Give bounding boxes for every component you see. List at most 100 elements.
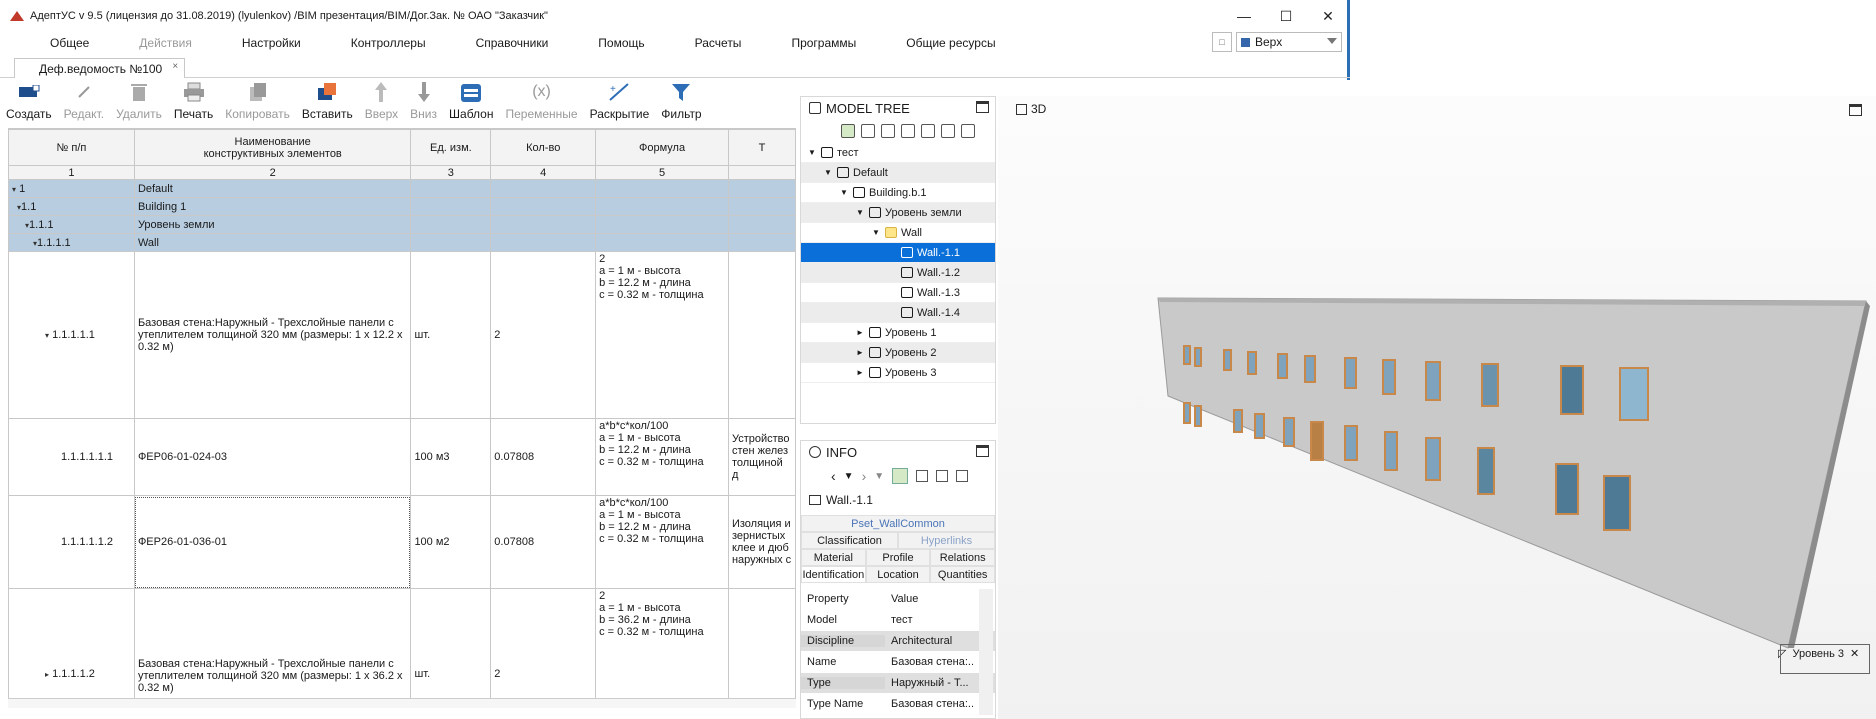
view-dropdown[interactable]: Верх	[1236, 32, 1342, 52]
minimize-button[interactable]: —	[1232, 4, 1256, 28]
property-row[interactable]: Model тест	[801, 610, 995, 631]
tree-node[interactable]: ▼ Default	[801, 163, 995, 183]
tree-node[interactable]: Wall.-1.2	[801, 263, 995, 283]
header-formula[interactable]: Формула	[595, 129, 729, 166]
tab-relations[interactable]: Relations	[930, 549, 996, 566]
maximize-button[interactable]: ☐	[1274, 4, 1298, 28]
tree-node[interactable]: Wall.-1.1	[801, 243, 995, 263]
header-extra[interactable]: Т	[727, 129, 796, 166]
tab-profile[interactable]: Profile	[865, 549, 931, 566]
tree-node[interactable]: ▼ Building.b.1	[801, 183, 995, 203]
create-button[interactable]: Создать	[6, 80, 52, 124]
expand-toggle-icon[interactable]: ►	[855, 348, 865, 357]
expand-toggle-icon[interactable]: ▼	[823, 168, 833, 177]
header-number[interactable]: № п/п	[8, 129, 135, 166]
property-row[interactable]: Type Наружный - Т...	[801, 673, 995, 694]
tab-close-icon[interactable]: ×	[172, 61, 178, 72]
table-group-row[interactable]: ▾1.1.1.1 Wall	[8, 233, 796, 252]
expand-toggle-icon[interactable]: ▼	[839, 188, 849, 197]
tree-node[interactable]: ▼ Wall	[801, 223, 995, 243]
print-button[interactable]: Печать	[174, 80, 213, 124]
move-down-button[interactable]: Вниз	[410, 80, 437, 124]
table-group-row[interactable]: ▾1.1.1 Уровень земли	[8, 215, 796, 234]
property-row[interactable]: Name Базовая стена:...	[801, 652, 995, 673]
tree-spatial-icon[interactable]	[861, 124, 875, 138]
tree-clipboard-icon[interactable]	[961, 124, 975, 138]
tree-node[interactable]: ► Уровень 1	[801, 323, 995, 343]
header-unit[interactable]: Ед. изм.	[410, 129, 492, 166]
expand-toggle-icon[interactable]: ►	[855, 328, 865, 337]
tab-material[interactable]: Material	[801, 549, 866, 566]
tab-quantities[interactable]: Quantities	[930, 566, 996, 583]
filter-button[interactable]: Фильтр	[661, 80, 702, 124]
tab-identification[interactable]: Identification	[801, 566, 866, 583]
maximize-panel-icon[interactable]	[976, 445, 989, 457]
expand-toggle-icon[interactable]: ▼	[807, 148, 817, 157]
highlight-icon[interactable]	[892, 468, 909, 484]
menu-general[interactable]: Общее	[50, 36, 89, 50]
caret-down-icon[interactable]: ▾	[12, 185, 16, 194]
expand-toggle-icon[interactable]: ▼	[871, 228, 881, 237]
tree-node[interactable]: Wall.-1.4	[801, 303, 995, 323]
header-quantity[interactable]: Кол-во	[490, 129, 597, 166]
table-row[interactable]: ▾ 1.1.1.1.1 Базовая стена:Наружный - Тре…	[8, 251, 796, 419]
tree-node[interactable]: ▼ тест	[801, 143, 995, 163]
caret-down-icon[interactable]: ▾	[45, 331, 49, 340]
tree-layers-icon[interactable]	[881, 124, 895, 138]
menu-actions[interactable]: Действия	[139, 36, 192, 50]
history-dropdown-icon[interactable]: ▼	[844, 471, 854, 482]
building-model[interactable]	[998, 96, 1876, 719]
table-row[interactable]: 1.1.1.1.1.1 ФЕР06-01-024-03 100 м3 0.078…	[8, 418, 796, 496]
tab-defect-list[interactable]: Деф.ведомость №100 ×	[14, 58, 186, 78]
table-row[interactable]: 1.1.1.1.1.2 ФЕР26-01-036-01 100 м2 0.078…	[8, 495, 796, 589]
template-button[interactable]: Шаблон	[449, 80, 493, 124]
menu-calculations[interactable]: Расчеты	[695, 36, 742, 50]
paste-button[interactable]: Вставить	[302, 80, 353, 124]
expand-button[interactable]: + Раскрытие	[590, 80, 649, 124]
delete-button[interactable]: Удалить	[116, 80, 162, 124]
header-name[interactable]: Наименование конструктивных элементов	[133, 129, 412, 166]
view-toggle-button[interactable]: □	[1212, 32, 1232, 52]
move-up-button[interactable]: Вверх	[365, 80, 398, 124]
tab-pset[interactable]: Pset_WallCommon	[801, 515, 995, 532]
clipboard-icon[interactable]	[956, 470, 969, 482]
3d-viewer[interactable]: 3D ◸ Уровень 3 ✕	[998, 96, 1876, 719]
minimap[interactable]	[1780, 644, 1870, 674]
tab-hyperlinks[interactable]: Hyperlinks	[898, 532, 995, 549]
menu-controllers[interactable]: Контроллеры	[351, 36, 426, 50]
property-row[interactable]: Discipline Architectural	[801, 631, 995, 652]
tree-clipboard-icon[interactable]	[941, 124, 955, 138]
menu-help[interactable]: Помощь	[598, 36, 644, 50]
expand-toggle-icon[interactable]: ►	[855, 368, 865, 377]
back-icon[interactable]: ‹	[831, 468, 836, 484]
tree-node[interactable]: ► Уровень 3	[801, 363, 995, 383]
clipboard-icon[interactable]	[916, 470, 929, 482]
caret-right-icon[interactable]: ▸	[45, 670, 49, 679]
table-row[interactable]: ▸ 1.1.1.1.2 Базовая стена:Наружный - Тре…	[8, 588, 796, 698]
tree-node[interactable]: ▼ Уровень земли	[801, 203, 995, 223]
table-group-row[interactable]: ▾ 1 Default	[8, 179, 796, 198]
maximize-panel-icon[interactable]	[976, 101, 989, 113]
tree-clipboard-icon[interactable]	[921, 124, 935, 138]
edit-button[interactable]: Редакт.	[64, 80, 104, 124]
menu-references[interactable]: Справочники	[476, 36, 549, 50]
clipboard-icon[interactable]	[936, 470, 949, 482]
copy-button[interactable]: Копировать	[225, 80, 290, 124]
tree-view-icon[interactable]	[841, 124, 855, 138]
table-group-row[interactable]: ▾1.1 Building 1	[8, 197, 796, 216]
tree-types-icon[interactable]	[901, 124, 915, 138]
close-button[interactable]: ✕	[1316, 4, 1340, 28]
property-scrollbar[interactable]	[979, 589, 993, 715]
menu-programs[interactable]: Программы	[791, 36, 856, 50]
menu-shared-resources[interactable]: Общие ресурсы	[906, 36, 995, 50]
horizontal-scrollbar[interactable]	[8, 698, 796, 708]
property-row[interactable]: Type Name Базовая стена:...	[801, 694, 995, 715]
tab-classification[interactable]: Classification	[801, 532, 898, 549]
menu-settings[interactable]: Настройки	[242, 36, 301, 50]
forward-dropdown-icon[interactable]: ▼	[874, 471, 884, 482]
tree-node[interactable]: Wall.-1.3	[801, 283, 995, 303]
variables-button[interactable]: (x) Переменные	[505, 80, 577, 124]
tab-location[interactable]: Location	[865, 566, 931, 583]
tree-node[interactable]: ► Уровень 2	[801, 343, 995, 363]
forward-icon[interactable]: ›	[862, 468, 867, 484]
